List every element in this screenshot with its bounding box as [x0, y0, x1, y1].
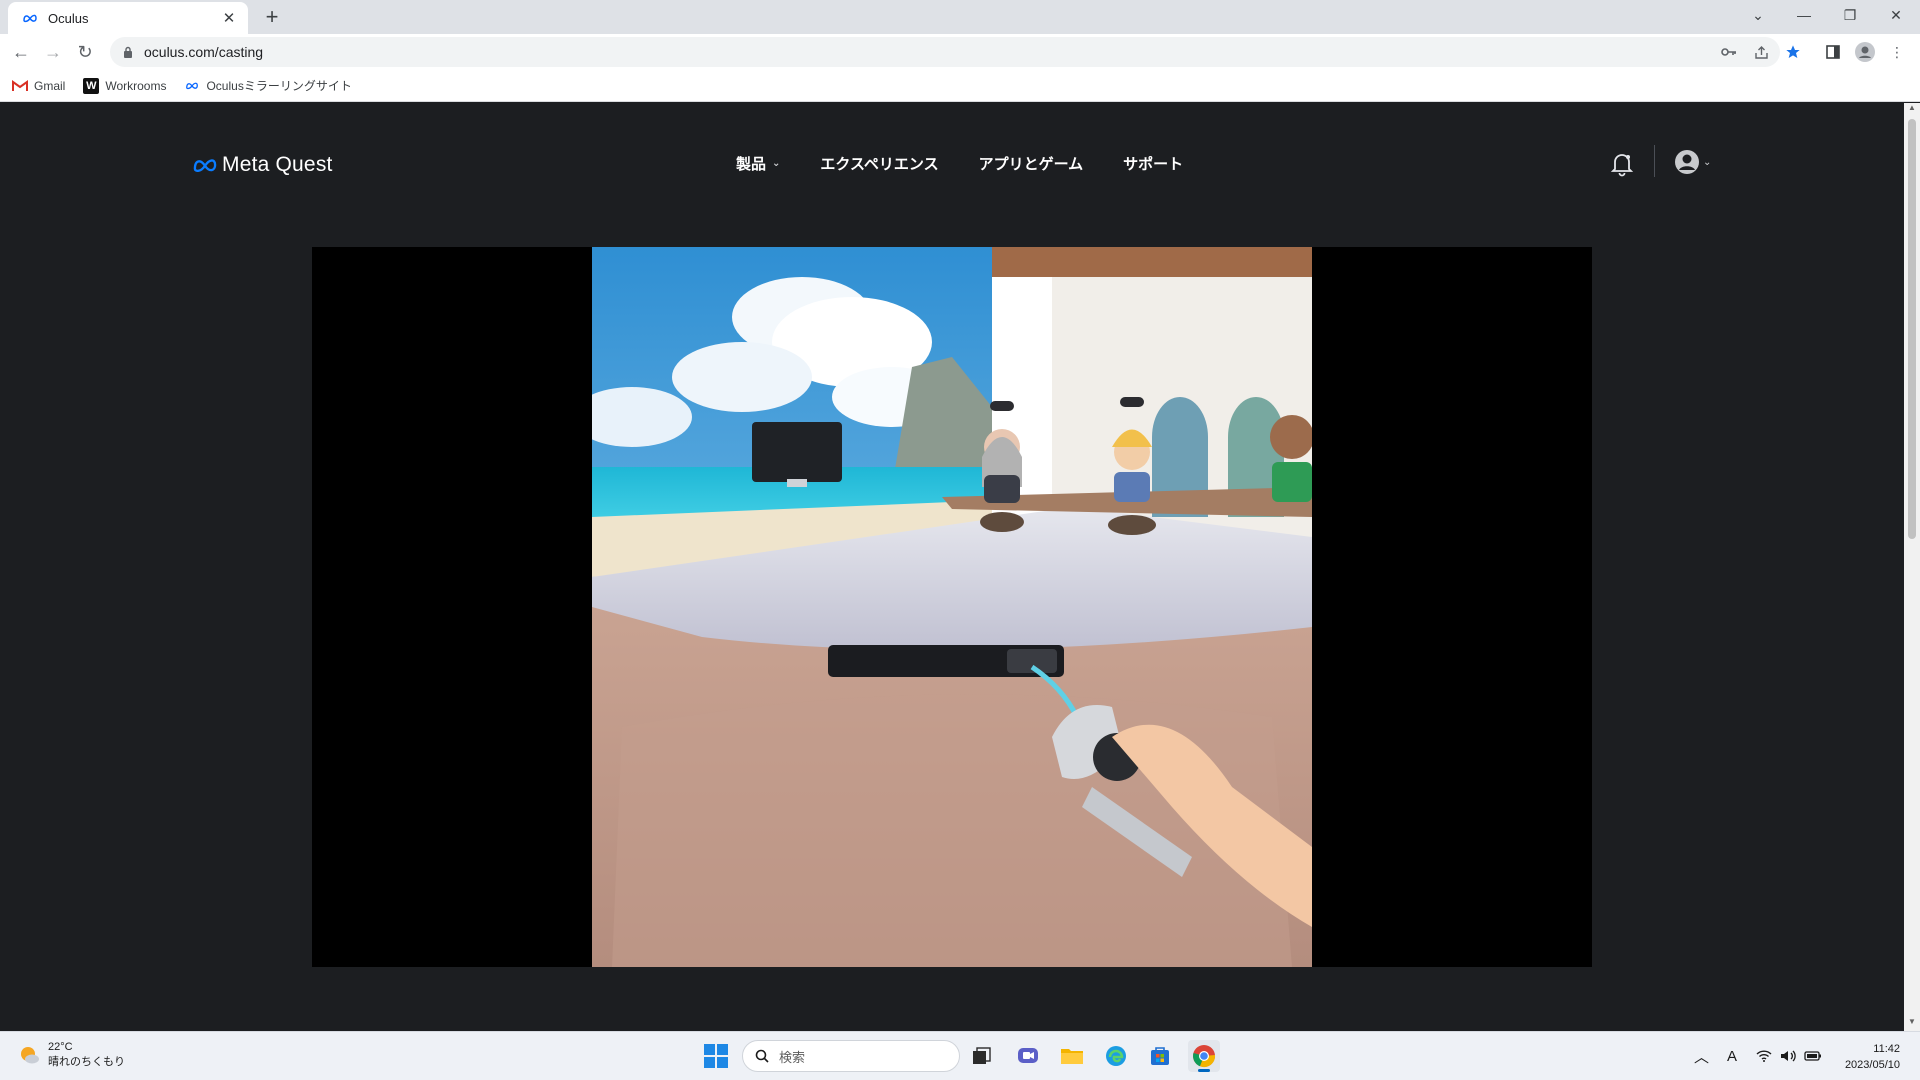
- weather-widget[interactable]: 22°C 晴れのちくもり: [18, 1040, 125, 1070]
- reload-icon[interactable]: ↻: [72, 39, 98, 65]
- logo-text: Meta Quest: [222, 153, 333, 176]
- workrooms-w-icon: W: [83, 77, 100, 94]
- notification-bell-icon[interactable]: [1610, 151, 1634, 177]
- nav-label: アプリとゲーム: [978, 156, 1084, 173]
- tab-close-icon[interactable]: ✕: [220, 9, 238, 27]
- task-view-icon[interactable]: [966, 1040, 998, 1072]
- scrollbar-thumb[interactable]: [1908, 119, 1916, 539]
- clock-time: 11:42: [1873, 1043, 1900, 1055]
- nav-support[interactable]: サポート: [1123, 153, 1183, 174]
- side-panel-icon[interactable]: [1822, 41, 1844, 63]
- nav-label: 製品: [736, 156, 767, 173]
- tab-title: Oculus: [48, 10, 89, 26]
- bookmark-label: Workrooms: [105, 78, 167, 93]
- address-bar[interactable]: oculus.com/casting: [110, 37, 1780, 67]
- active-app-indicator: [1198, 1069, 1210, 1072]
- weather-temp: 22°C: [48, 1041, 73, 1053]
- nav-label: サポート: [1123, 156, 1184, 173]
- bookmark-oculus-mirroring[interactable]: Oculusミラーリングサイト: [184, 77, 352, 94]
- casting-player[interactable]: [312, 247, 1592, 967]
- share-icon[interactable]: [1750, 41, 1772, 63]
- bookmark-workrooms[interactable]: W Workrooms: [83, 77, 167, 94]
- meta-logo-icon: [193, 159, 217, 172]
- tray-overflow-icon[interactable]: ︿: [1694, 1044, 1709, 1068]
- url-text: oculus.com/casting: [144, 44, 264, 60]
- taskbar-search[interactable]: 検索: [742, 1040, 960, 1072]
- page-content: Meta Quest 製品 ⌄ エクスペリエンス アプリとゲーム サポート ⌄: [0, 103, 1904, 1031]
- restore-button[interactable]: ❐: [1828, 0, 1872, 30]
- bookmark-star-icon[interactable]: [1782, 41, 1804, 63]
- search-placeholder: 検索: [779, 1049, 806, 1065]
- key-icon[interactable]: [1718, 41, 1740, 63]
- chrome-menu-icon[interactable]: ⋮: [1886, 41, 1908, 63]
- nav-apps-games[interactable]: アプリとゲーム: [979, 153, 1084, 174]
- system-clock[interactable]: 11:42 2023/05/10: [1826, 1041, 1900, 1073]
- vr-scene-image: [592, 247, 1312, 967]
- microsoft-store-icon[interactable]: [1144, 1040, 1176, 1072]
- ime-indicator[interactable]: A: [1727, 1044, 1737, 1068]
- teams-chat-icon[interactable]: [1012, 1040, 1044, 1072]
- edge-browser-icon[interactable]: [1100, 1040, 1132, 1072]
- account-avatar-icon: [1675, 150, 1699, 174]
- volume-icon[interactable]: [1780, 1044, 1796, 1068]
- back-icon[interactable]: ←: [8, 39, 34, 65]
- tab-strip: Oculus ✕ + ⌄ — ❐ ✕: [0, 0, 1920, 34]
- bookmark-label: Oculusミラーリングサイト: [206, 79, 352, 93]
- scroll-down-icon[interactable]: ▼: [1904, 1017, 1920, 1031]
- meta-icon: [184, 78, 200, 94]
- lock-icon: [122, 45, 134, 59]
- search-icon: [755, 1049, 769, 1063]
- minimize-button[interactable]: —: [1782, 0, 1826, 30]
- meta-icon: [22, 10, 38, 26]
- partly-cloudy-icon: [21, 1047, 39, 1064]
- bookmark-label: Gmail: [34, 78, 66, 93]
- tab-oculus[interactable]: Oculus ✕: [8, 2, 248, 34]
- header-divider: [1654, 145, 1655, 177]
- vr-cast-stream: [592, 247, 1312, 967]
- tab-search-icon[interactable]: ⌄: [1736, 0, 1780, 30]
- bookmarks-bar: Gmail W Workrooms Oculusミラーリングサイト: [0, 70, 1920, 102]
- chrome-app-icon[interactable]: [1188, 1040, 1220, 1072]
- file-explorer-icon[interactable]: [1056, 1040, 1088, 1072]
- bookmark-gmail[interactable]: Gmail: [12, 78, 65, 94]
- windows-taskbar: 22°C 晴れのちくもり 検索 ︿ A 11:42 2023/05/10: [0, 1031, 1920, 1080]
- browser-toolbar: ← → ↻ oculus.com/casting ⋮: [0, 34, 1920, 70]
- close-window-button[interactable]: ✕: [1874, 0, 1918, 30]
- meta-quest-logo[interactable]: Meta Quest: [192, 153, 333, 177]
- account-menu[interactable]: ⌄: [1674, 149, 1711, 175]
- battery-icon[interactable]: [1804, 1044, 1822, 1068]
- nav-experiences[interactable]: エクスペリエンス: [820, 153, 938, 174]
- chevron-down-icon: ⌄: [1703, 156, 1712, 168]
- forward-icon[interactable]: →: [40, 39, 66, 65]
- nav-label: エクスペリエンス: [820, 156, 939, 173]
- page-scrollbar[interactable]: ▲ ▼: [1904, 103, 1920, 1031]
- new-tab-button[interactable]: +: [258, 4, 286, 32]
- profile-icon[interactable]: [1854, 41, 1876, 63]
- chevron-down-icon: ⌄: [772, 158, 781, 169]
- windows-start-icon[interactable]: [704, 1044, 728, 1068]
- scroll-up-icon[interactable]: ▲: [1904, 103, 1920, 117]
- gmail-icon: [12, 78, 28, 94]
- clock-date: 2023/05/10: [1844, 1059, 1900, 1071]
- wifi-icon[interactable]: [1756, 1044, 1772, 1068]
- site-navigation: 製品 ⌄ エクスペリエンス アプリとゲーム サポート: [736, 153, 1223, 174]
- nav-products[interactable]: 製品 ⌄: [736, 153, 780, 174]
- weather-desc: 晴れのちくもり: [48, 1056, 125, 1068]
